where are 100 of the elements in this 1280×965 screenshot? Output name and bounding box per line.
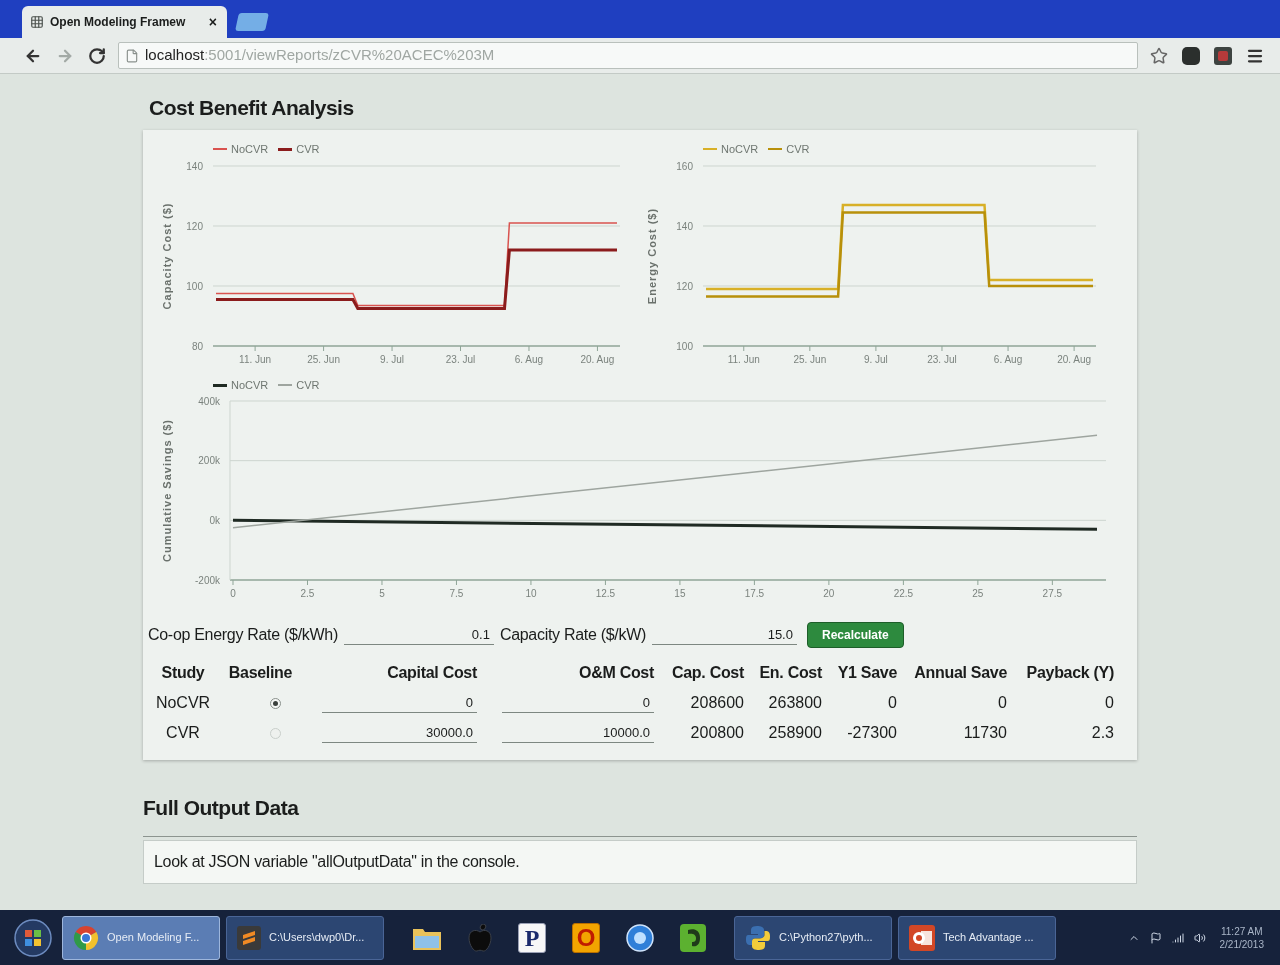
column-header: Annual Save: [914, 664, 1007, 681]
legend-label: CVR: [786, 143, 810, 155]
extension-icon: [1182, 46, 1200, 65]
tick-label: -200k: [195, 574, 220, 586]
tick-label: 20. Aug: [580, 354, 615, 365]
table-cell: 2.3: [1091, 724, 1114, 741]
taskbar-window-button[interactable]: Tech Advantage ...: [898, 915, 1056, 960]
table-cell: 263800: [768, 694, 822, 711]
tick-label: 22.5: [893, 588, 914, 599]
legend-line-icon: [278, 384, 293, 386]
tick-label: 2.5: [300, 588, 315, 599]
tick-label: 6. Aug: [993, 354, 1023, 365]
taskbar-window-label: Open Modeling F...: [107, 930, 200, 946]
table-cell: 0: [998, 694, 1007, 711]
column-header: Capital Cost: [387, 664, 477, 681]
recalculate-button[interactable]: Recalculate: [806, 622, 904, 648]
tick-label: 17.5: [744, 588, 765, 599]
tick-label: 20. Aug: [1057, 354, 1092, 365]
tick-label: 160: [676, 160, 693, 172]
tick-label: 6. Aug: [514, 354, 544, 365]
table-cell: CVR: [166, 724, 200, 741]
input-field[interactable]: 15.0: [651, 625, 797, 645]
section-heading: Full Output Data: [143, 795, 300, 821]
column-header: O&M Cost: [579, 664, 654, 681]
browser-tab[interactable]: Open Modeling Framew ×: [22, 6, 227, 38]
input-field[interactable]: 10000.0: [502, 723, 654, 743]
section-heading: Cost Benefit Analysis: [148, 95, 355, 121]
flag-icon[interactable]: [1149, 931, 1162, 944]
tick-label: 140: [186, 160, 203, 172]
table-cell: 11730: [963, 724, 1007, 741]
taskbar-window-button[interactable]: Open Modeling F...: [62, 915, 220, 960]
speaker-icon[interactable]: [1193, 931, 1206, 944]
field-label: Capacity Rate ($/kW): [499, 625, 646, 645]
input-field[interactable]: 0: [322, 693, 477, 713]
tick-label: 15: [674, 588, 686, 599]
tick-label: 25: [972, 588, 984, 599]
tick-label: 100: [676, 340, 693, 352]
tick-label: 10: [525, 588, 537, 599]
column-header: Baseline: [228, 664, 293, 681]
tick-label: 0k: [209, 514, 220, 526]
table-cell: 0: [1105, 694, 1114, 711]
tick-label: 20: [823, 588, 835, 599]
table-cell: 258900: [768, 724, 822, 741]
table-cell: -27300: [847, 724, 897, 741]
legend-line-icon: [213, 148, 227, 150]
field-label: Co-op Energy Rate ($/kWh): [148, 625, 338, 645]
taskbar-window-button[interactable]: C:\Python27\pyth...: [734, 915, 892, 960]
reload-icon: [88, 46, 106, 65]
input-field[interactable]: 0: [502, 693, 654, 713]
tick-label: 11. Jun: [727, 354, 760, 365]
extension-button[interactable]: [1212, 44, 1234, 67]
taskbar-icon[interactable]: [626, 923, 654, 952]
tick-label: 80: [191, 340, 203, 352]
extension-button[interactable]: [1180, 44, 1202, 67]
note-app-icon: [680, 923, 706, 952]
radio-button[interactable]: [270, 728, 281, 740]
close-tab-button[interactable]: ×: [206, 15, 219, 29]
new-tab-button[interactable]: [235, 13, 269, 31]
page-grid-icon: [30, 15, 44, 29]
tick-label: 400k: [198, 395, 220, 407]
column-header: Study: [161, 664, 205, 681]
column-header: Cap. Cost: [672, 664, 744, 681]
taskbar-icon[interactable]: [680, 923, 706, 952]
address-bar[interactable]: localhost:5001/viewReports/zCVR%20ACEC%203M: [118, 42, 1138, 69]
legend-label: NoCVR: [231, 379, 269, 391]
radio-button[interactable]: [270, 698, 281, 710]
tick-label: 27.5: [1042, 588, 1063, 599]
axis-title: Energy Cost ($): [645, 207, 658, 305]
legend-label: NoCVR: [721, 143, 759, 155]
taskbar-window-label: C:\Python27\pyth...: [779, 930, 873, 946]
tab-title: Open Modeling Framew: [50, 14, 187, 31]
legend-label: CVR: [296, 143, 320, 155]
slides-tile-icon: [909, 924, 935, 951]
column-header: Payback (Y): [1026, 664, 1114, 681]
stripes-tile-icon: [237, 925, 261, 950]
axis-title: Cumulative Savings ($): [160, 419, 173, 562]
tick-label: 120: [186, 220, 203, 232]
tick-label: 12.5: [595, 588, 616, 599]
url-host: localhost: [145, 45, 205, 66]
output-note: Look at JSON variable "allOutputData" in the console.: [143, 840, 1137, 884]
clock-time: 11:27 AM: [1221, 924, 1263, 938]
tick-label: 25. Jun: [793, 354, 827, 365]
tick-label: 9. Jul: [380, 354, 404, 365]
column-header: En. Cost: [759, 664, 822, 681]
taskbar-app-tile[interactable]: P: [518, 922, 546, 953]
table-cell: 0: [888, 694, 897, 711]
start-orb-icon: [14, 918, 52, 957]
table-cell: 208600: [690, 694, 744, 711]
taskbar-clock[interactable]: 11:27 AM 2/21/2013: [1219, 924, 1270, 951]
clock-date: 2/21/2013: [1219, 937, 1264, 951]
taskbar-window-label: Tech Advantage ...: [943, 930, 1034, 946]
legend-line-icon: [768, 147, 783, 151]
taskbar-window-button[interactable]: C:\Users\dwp0\Dr...: [226, 915, 384, 960]
tick-label: 9. Jul: [863, 354, 888, 365]
input-field[interactable]: 30000.0: [322, 723, 477, 743]
tick-label: 120: [676, 280, 693, 292]
apple-icon: [468, 923, 492, 952]
input-field[interactable]: 0.1: [343, 625, 494, 645]
tick-label: 140: [676, 220, 693, 232]
table-cell: 200800: [690, 724, 744, 741]
